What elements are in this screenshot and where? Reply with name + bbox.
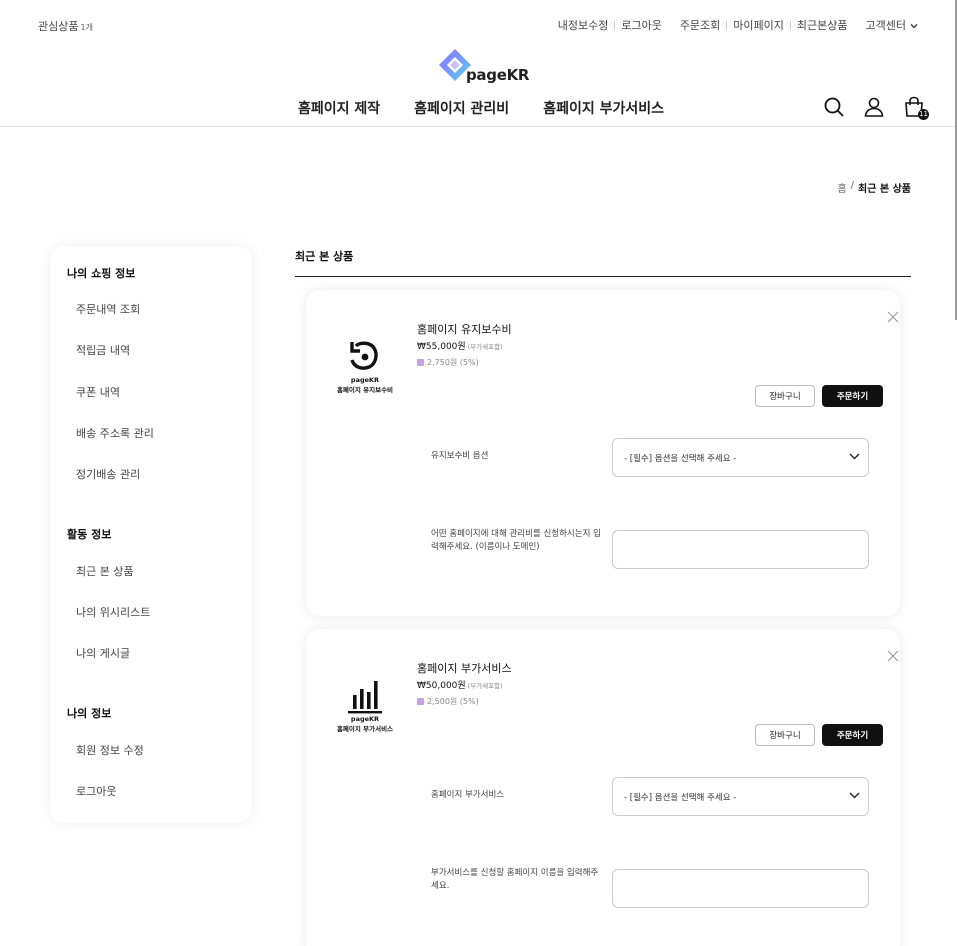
- product-point: 2,500원 (5%): [417, 696, 479, 707]
- wishlist-label: 관심상품: [38, 20, 79, 33]
- product-name[interactable]: 홈페이지 부가서비스: [417, 660, 512, 676]
- option-select-value: - [필수] 옵션을 선택해 주세요 -: [624, 792, 737, 803]
- sidebar-item-logout[interactable]: 로그아웃: [76, 783, 116, 799]
- point-value: 2,750원 (5%): [427, 358, 479, 367]
- refresh-icon: [350, 341, 378, 370]
- option-select-value: - [필수] 옵션을 선택해 주세요 -: [624, 453, 737, 464]
- breadcrumb-current: 최근 본 상품: [858, 184, 911, 195]
- close-icon[interactable]: [887, 308, 899, 323]
- main-nav: 홈페이지 제작 홈페이지 관리비 홈페이지 부가서비스: [298, 98, 698, 118]
- search-icon[interactable]: [823, 96, 845, 118]
- order-button[interactable]: 주문하기: [822, 724, 883, 746]
- option-label: 홈페이지 부가서비스: [431, 790, 505, 800]
- sidebar-item-edit-member[interactable]: 회원 정보 수정: [76, 742, 144, 758]
- point-icon: [417, 359, 424, 366]
- sidebar-item-subscription[interactable]: 정기배송 관리: [76, 466, 140, 482]
- product-price: ₩50,000원 (부가세포함): [417, 678, 503, 691]
- breadcrumb-home[interactable]: 홈: [837, 180, 846, 195]
- order-lookup-link[interactable]: 주문조회: [674, 17, 726, 33]
- wishlist-count: 1개: [80, 23, 93, 32]
- thumb-caption: 홈페이지 유지보수비: [336, 386, 394, 394]
- point-icon: [417, 698, 424, 705]
- input-label: 부가서비스를 신청할 홈페이지 이름을 입력해주세요.: [431, 868, 599, 891]
- sidebar-item-recent[interactable]: 최근 본 상품: [76, 563, 134, 579]
- customer-center-menu[interactable]: 고객센터: [860, 17, 924, 33]
- thumb-brand: pageKR: [350, 715, 380, 723]
- breadcrumb: 홈 / 최근 본 상품: [837, 180, 911, 195]
- product-card: pageKR 홈페이지 유지보수비 홈페이지 유지보수비 ₩55,000원 (부가…: [306, 290, 900, 616]
- header-icons: 11: [805, 96, 929, 120]
- cart-icon[interactable]: 11: [903, 96, 929, 120]
- top-bar: 관심상품 1개 내정보수정 로그아웃 주문조회 마이페이지 최근본상품 고객센터: [0, 0, 957, 50]
- sidebar-item-wishlist[interactable]: 나의 위시리스트: [76, 604, 150, 620]
- mypage-sidebar: 나의 쇼핑 정보 주문내역 조회 적립금 내역 쿠폰 내역 배송 주소록 관리 …: [50, 246, 252, 823]
- thumb-brand: pageKR: [350, 376, 380, 384]
- recent-products-link[interactable]: 최근본상품: [791, 17, 854, 33]
- bar-chart-icon: [348, 681, 382, 714]
- breadcrumb-separator: /: [850, 180, 855, 191]
- customer-center-label: 고객센터: [865, 19, 906, 32]
- cart-count-badge: 11: [918, 109, 929, 120]
- header-divider: [0, 126, 957, 127]
- sidebar-item-coupons[interactable]: 쿠폰 내역: [76, 384, 120, 400]
- price-value: ₩50,000원: [417, 681, 466, 691]
- input-label: 어떤 홈페이지에 대해 관리비를 신청하시는지 입력해주세요. (이름이나 도메…: [431, 529, 601, 552]
- section-myinfo-title: 나의 정보: [67, 707, 112, 720]
- product-price: ₩55,000원 (부가세포함): [417, 339, 503, 352]
- edit-profile-link[interactable]: 내정보수정: [552, 17, 615, 33]
- section-activity-title: 활동 정보: [67, 528, 112, 541]
- top-links: 내정보수정 로그아웃 주문조회 마이페이지 최근본상품 고객센터: [552, 17, 924, 33]
- product-point: 2,750원 (5%): [417, 357, 479, 368]
- nav-homepage-production[interactable]: 홈페이지 제작: [298, 98, 380, 118]
- option-select[interactable]: - [필수] 옵션을 선택해 주세요 -: [612, 438, 869, 477]
- user-icon[interactable]: [863, 96, 885, 118]
- chevron-down-icon: [910, 19, 918, 32]
- order-button[interactable]: 주문하기: [822, 385, 883, 407]
- title-divider: [295, 276, 911, 277]
- thumb-caption: 홈페이지 부가서비스: [336, 725, 394, 733]
- point-value: 2,500원 (5%): [427, 697, 479, 706]
- sidebar-item-addresses[interactable]: 배송 주소록 관리: [76, 425, 154, 441]
- product-card: pageKR 홈페이지 부가서비스 홈페이지 부가서비스 ₩50,000원 (부가…: [306, 629, 900, 946]
- product-thumbnail[interactable]: [332, 338, 398, 408]
- product-name[interactable]: 홈페이지 유지보수비: [417, 321, 512, 337]
- logout-link[interactable]: 로그아웃: [615, 17, 667, 33]
- nav-homepage-addon[interactable]: 홈페이지 부가서비스: [543, 98, 664, 118]
- homepage-name-input[interactable]: [612, 530, 869, 569]
- add-to-cart-button[interactable]: 장바구니: [755, 724, 815, 746]
- sidebar-item-orders[interactable]: 주문내역 조회: [76, 301, 140, 317]
- chevron-down-icon: [849, 792, 860, 802]
- chevron-down-icon: [849, 453, 860, 463]
- add-to-cart-button[interactable]: 장바구니: [755, 385, 815, 407]
- homepage-name-input[interactable]: [612, 869, 869, 908]
- option-label: 유지보수비 옵션: [431, 451, 489, 461]
- vat-note: (부가세포함): [467, 343, 503, 351]
- product-thumbnail[interactable]: [332, 677, 398, 747]
- section-shopping-title: 나의 쇼핑 정보: [67, 267, 136, 280]
- sidebar-item-posts[interactable]: 나의 게시글: [76, 645, 130, 661]
- close-icon[interactable]: [887, 647, 899, 662]
- vat-note: (부가세포함): [467, 682, 503, 690]
- page-title: 최근 본 상품: [295, 250, 354, 263]
- nav-homepage-management[interactable]: 홈페이지 관리비: [414, 98, 509, 118]
- option-select[interactable]: - [필수] 옵션을 선택해 주세요 -: [612, 777, 869, 816]
- price-value: ₩55,000원: [417, 342, 466, 352]
- wishlist-link[interactable]: 관심상품 1개: [38, 18, 93, 34]
- mypage-link[interactable]: 마이페이지: [727, 17, 790, 33]
- sidebar-item-points[interactable]: 적립금 내역: [76, 342, 130, 358]
- logo-text[interactable]: pageKR: [466, 66, 529, 84]
